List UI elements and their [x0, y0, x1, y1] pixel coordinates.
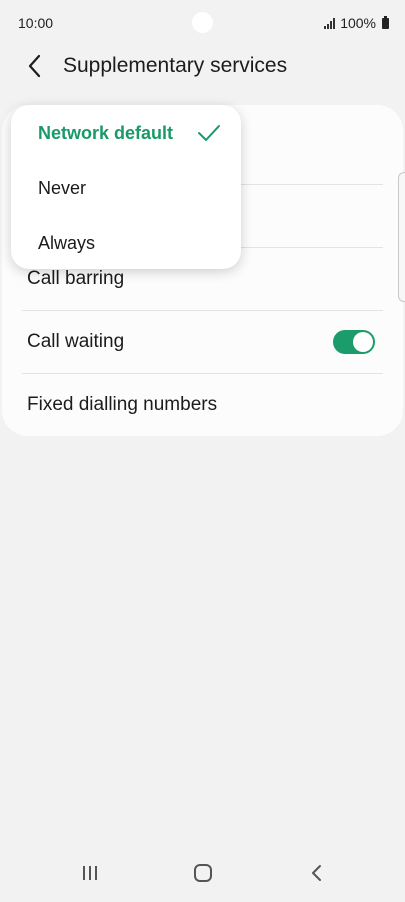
option-always[interactable]: Always: [38, 218, 221, 268]
navigation-bar: [0, 846, 405, 902]
option-label: Never: [38, 177, 87, 198]
toggle-knob: [353, 332, 373, 352]
signal-icon: [324, 17, 336, 29]
check-icon: [198, 125, 220, 141]
option-label: Always: [38, 232, 96, 253]
status-time: 10:00: [18, 15, 54, 31]
list-item-call-waiting[interactable]: Call waiting: [22, 311, 383, 373]
option-never[interactable]: Never: [38, 163, 221, 213]
list-item-label: Call waiting: [27, 331, 125, 352]
battery-percent: 100%: [340, 15, 376, 31]
battery-icon: [382, 15, 389, 29]
home-icon: [194, 864, 212, 882]
recent-apps-icon: [83, 866, 97, 880]
dropdown-popup: Network default Never Always: [11, 105, 241, 269]
call-waiting-toggle[interactable]: [333, 330, 375, 354]
home-button[interactable]: [188, 860, 218, 888]
option-network-default[interactable]: Network default: [38, 108, 221, 158]
page-title: Supplementary services: [63, 54, 288, 77]
back-icon: [312, 865, 321, 881]
back-button[interactable]: [22, 52, 50, 80]
status-indicators: 100%: [324, 15, 389, 31]
option-label: Network default: [38, 122, 174, 143]
list-item-label: Fixed dialling numbers: [27, 394, 218, 415]
recent-apps-button[interactable]: [76, 860, 106, 888]
scrollbar[interactable]: [398, 172, 405, 302]
list-item-fixed-dialling[interactable]: Fixed dialling numbers: [22, 374, 383, 436]
list-item-label: Call barring: [27, 268, 125, 289]
chevron-left-icon: [28, 54, 41, 78]
camera-cutout: [192, 12, 213, 33]
status-bar: 10:00 100%: [0, 0, 405, 46]
header: Supplementary services: [0, 46, 405, 86]
back-nav-button[interactable]: [302, 860, 332, 888]
